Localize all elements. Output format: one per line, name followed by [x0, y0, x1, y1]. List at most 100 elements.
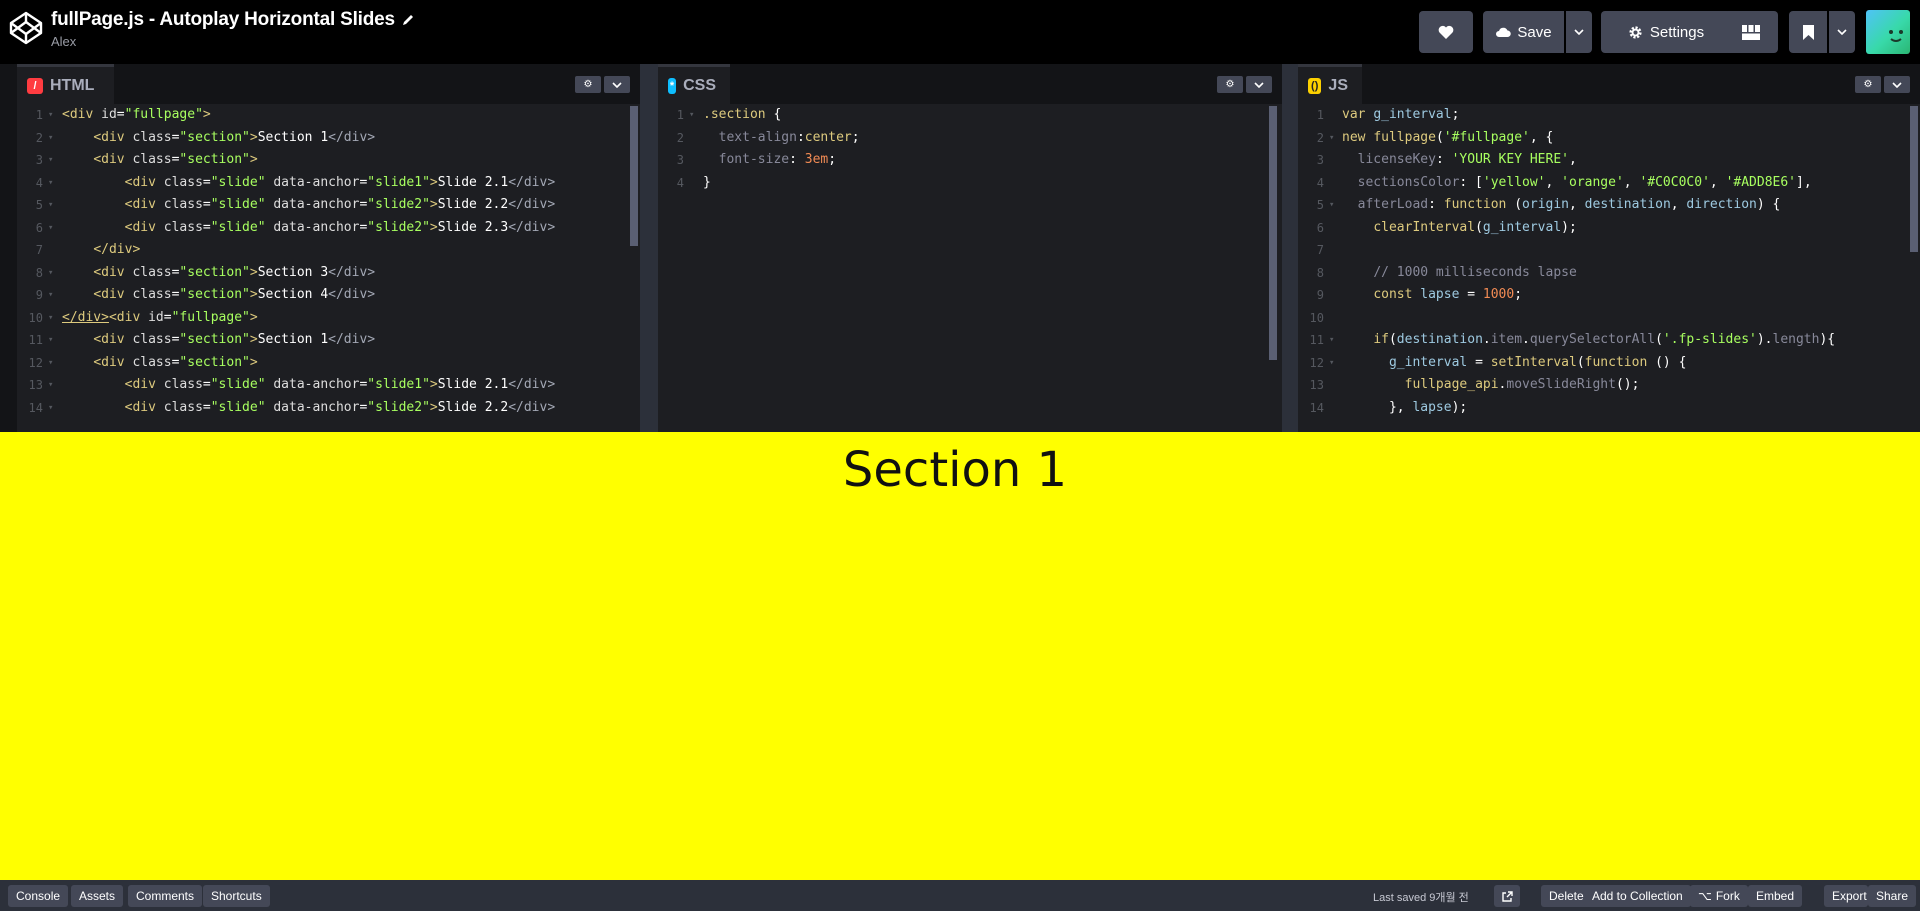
- code-line: 13 fullpage_api.moveSlideRight();: [1309, 377, 1640, 392]
- code-line: 2 ▾ new fullpage('#fullpage', {: [1316, 129, 1554, 145]
- code-line: 4 ▾ <div class="slide" data-anchor="slide…: [35, 174, 556, 190]
- code-line: 12 ▾ g_interval = setInterval(function ()…: [1309, 354, 1687, 370]
- css-editor[interactable]: * CSS ⚙ 1 ▾ .section { 2 text-align:center…: [658, 64, 1282, 432]
- editor-left-gutter: [0, 64, 17, 432]
- bookmark-dropdown-button[interactable]: [1829, 11, 1855, 53]
- save-button[interactable]: Save: [1483, 11, 1564, 53]
- tab-css[interactable]: * CSS: [658, 64, 730, 104]
- settings-label: Settings: [1649, 23, 1705, 41]
- title-block: fullPage.js - Autoplay Horizontal Slides…: [51, 9, 415, 49]
- code-line: 12 ▾ <div class="section">: [28, 354, 258, 370]
- gear-icon: [1629, 25, 1642, 39]
- code-line: 6 clearInterval(g_interval);: [1316, 219, 1577, 235]
- chevron-down-icon: [612, 81, 622, 88]
- tab-js-label: JS: [1328, 76, 1348, 94]
- html-settings-button[interactable]: ⚙: [575, 76, 601, 93]
- pencil-icon[interactable]: [401, 13, 415, 27]
- avatar[interactable]: [1866, 10, 1910, 54]
- comments-button[interactable]: Comments: [128, 885, 203, 907]
- css-settings-button[interactable]: ⚙: [1217, 76, 1243, 93]
- embed-button[interactable]: Embed: [1748, 885, 1803, 907]
- share-button[interactable]: Share: [1868, 885, 1917, 907]
- js-editor-controls: ⚙: [1855, 76, 1910, 93]
- export-button[interactable]: Export: [1824, 885, 1868, 907]
- code-line: 11 ▾ <div class="section">Section 1</div>: [28, 332, 376, 347]
- code-line: 5 ▾ <div class="slide" data-anchor="slide…: [35, 197, 556, 212]
- result-preview[interactable]: Section 1: [0, 432, 1920, 880]
- js-code[interactable]: 1 var g_interval; 2 ▾ new fullpage('#fullpa…: [1298, 104, 1920, 432]
- html-icon: /: [27, 77, 43, 94]
- bookmark-button[interactable]: [1789, 11, 1827, 53]
- code-line: 14 }, lapse);: [1309, 399, 1468, 415]
- html-code[interactable]: 1 ▾ <div id="fullpage"> 2 ▾ <div class="sec…: [17, 104, 640, 432]
- gear-icon: ⚙: [583, 79, 593, 90]
- change-view-button[interactable]: [1724, 11, 1778, 53]
- header: fullPage.js - Autoplay Horizontal Slides…: [0, 0, 1920, 64]
- code-line: 4}: [676, 174, 711, 190]
- codepen-logo-icon[interactable]: [8, 10, 44, 46]
- footer-bar: Console Assets Comments Shortcuts Last s…: [0, 880, 1920, 911]
- css-icon: *: [668, 77, 677, 94]
- shortcuts-button[interactable]: Shortcuts: [203, 885, 270, 907]
- code-line: 2 ▾ <div class="section">Section 1</div>: [35, 129, 376, 145]
- open-external-button[interactable]: [1494, 885, 1520, 907]
- code-line: 11 ▾ if(destination.item.querySelectorAll…: [1309, 332, 1836, 347]
- heart-icon: [1438, 25, 1454, 39]
- assets-button[interactable]: Assets: [71, 885, 124, 907]
- code-line: 6 ▾ <div class="slide" data-anchor="slide…: [35, 219, 556, 235]
- fork-button[interactable]: ⌥ Fork: [1690, 885, 1748, 907]
- console-button[interactable]: Console: [8, 885, 69, 907]
- code-line: 1 ▾ .section {: [676, 107, 782, 122]
- code-line: 14 ▾ <div class="slide" data-anchor="slid…: [28, 399, 556, 415]
- css-code[interactable]: 1 ▾ .section { 2 text-align:center; 3 font…: [658, 104, 1282, 432]
- code-line: 8 // 1000 milliseconds lapse: [1316, 264, 1577, 280]
- code-line: 1 var g_interval;: [1316, 107, 1460, 122]
- code-line: 4 sectionsColor: ['yellow', 'orange', '#…: [1316, 174, 1812, 190]
- html-editor[interactable]: / HTML ⚙ 1 ▾ <div id="fullpage"> 2 ▾ <div c…: [17, 64, 640, 432]
- external-link-icon: [1501, 890, 1513, 902]
- add-to-collection-button[interactable]: Add to Collection: [1584, 885, 1691, 907]
- like-button[interactable]: [1419, 11, 1473, 53]
- html-editor-controls: ⚙: [575, 76, 630, 93]
- code-line: 3 licenseKey: 'YOUR KEY HERE',: [1316, 152, 1577, 167]
- code-line: 10: [1309, 310, 1324, 325]
- fork-icon: ⌥: [1698, 889, 1712, 903]
- bookmark-icon: [1802, 24, 1814, 40]
- code-line: 7 </div>: [35, 242, 141, 257]
- cloud-icon: [1496, 27, 1512, 37]
- js-editor[interactable]: () JS ⚙ 1 var g_interval; 2 ▾ new fullpage(…: [1298, 64, 1920, 432]
- code-line: 1 ▾ <div id="fullpage">: [35, 107, 211, 122]
- code-line: 9 ▾ <div class="section">Section 4</div>: [35, 287, 376, 302]
- js-settings-button[interactable]: ⚙: [1855, 76, 1881, 93]
- css-scrollbar[interactable]: [1269, 106, 1277, 360]
- fork-label: Fork: [1715, 889, 1740, 903]
- last-saved-status: Last saved 9개월 전: [1373, 892, 1469, 904]
- save-label: Save: [1517, 23, 1552, 41]
- editor-resizer[interactable]: [640, 64, 658, 432]
- tab-css-label: CSS: [683, 76, 716, 94]
- editor-resizer[interactable]: [1282, 64, 1298, 432]
- js-scrollbar[interactable]: [1910, 106, 1918, 252]
- preview-section-title: Section 1: [842, 442, 1068, 498]
- code-line: 8 ▾ <div class="section">Section 3</div>: [35, 264, 376, 280]
- save-dropdown-button[interactable]: [1566, 11, 1592, 53]
- pen-title[interactable]: fullPage.js - Autoplay Horizontal Slides: [51, 9, 395, 31]
- code-line: 3 ▾ <div class="section">: [35, 152, 258, 167]
- tab-js[interactable]: () JS: [1298, 64, 1362, 104]
- html-dropdown-button[interactable]: [604, 76, 630, 93]
- settings-button[interactable]: Settings: [1601, 11, 1731, 53]
- chevron-down-icon: [1254, 81, 1264, 88]
- chevron-down-icon: [1837, 29, 1847, 35]
- tab-html-label: HTML: [50, 76, 95, 94]
- chevron-down-icon: [1892, 81, 1902, 88]
- js-dropdown-button[interactable]: [1884, 76, 1910, 93]
- css-dropdown-button[interactable]: [1246, 76, 1272, 93]
- layout-icon: [1742, 24, 1760, 40]
- js-editor-header: () JS ⚙: [1298, 64, 1920, 104]
- tab-html[interactable]: / HTML: [17, 64, 114, 104]
- code-line: 5 ▾ afterLoad: function (origin, destinat…: [1316, 197, 1781, 212]
- gear-icon: ⚙: [1225, 79, 1235, 90]
- html-scrollbar[interactable]: [630, 106, 638, 246]
- author-name[interactable]: Alex: [51, 34, 415, 49]
- editor-area: / HTML ⚙ 1 ▾ <div id="fullpage"> 2 ▾ <div c…: [0, 64, 1920, 432]
